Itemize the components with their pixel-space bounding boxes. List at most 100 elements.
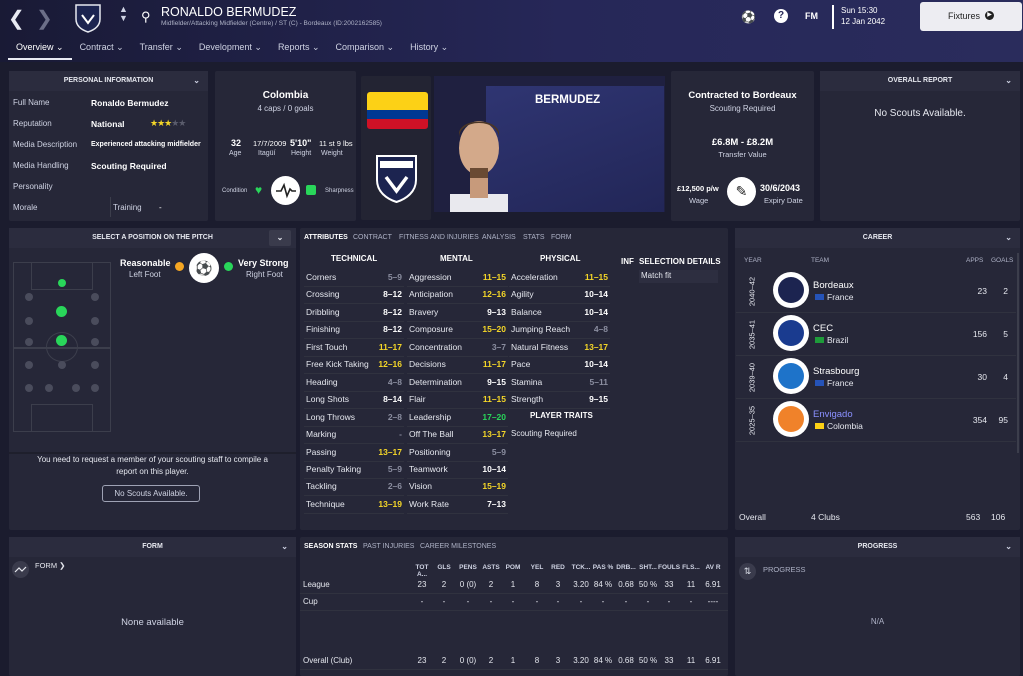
stats-col-header[interactable]: RED — [547, 564, 569, 571]
career-team-name[interactable]: Bordeaux — [813, 280, 854, 291]
stats-col-header[interactable]: TCK... — [570, 564, 592, 571]
position-dot-mc[interactable] — [56, 335, 67, 346]
tab-history[interactable]: History ⌄ — [402, 38, 456, 60]
subtab-contract[interactable]: CONTRACT — [353, 234, 392, 241]
player-switch-arrows-icon[interactable]: ▲ ▼ — [119, 5, 128, 23]
attr-row-separator — [304, 390, 404, 392]
player-name-title: RONALDO BERMUDEZ — [161, 5, 297, 19]
stats-col-header[interactable]: SHT... — [637, 564, 659, 571]
stats-col-header[interactable]: YEL — [526, 564, 548, 571]
stats-col-header[interactable]: FOULS — [658, 564, 680, 571]
selection-heading: SELECTION DETAILS — [639, 257, 721, 266]
search-icon[interactable]: ⚲ — [141, 9, 151, 25]
chevron-down-icon[interactable]: ⌄ — [269, 230, 291, 246]
subtab-career-milestones[interactable]: CAREER MILESTONES — [420, 543, 496, 550]
stats-col-header[interactable]: POM — [502, 564, 524, 571]
subtab-stats[interactable]: STATS — [523, 234, 545, 241]
stats-col-header[interactable]: AV R — [702, 564, 724, 571]
tab-overview[interactable]: Overview ⌄ — [8, 38, 72, 60]
continue-button[interactable]: Fixtures ▶ — [920, 2, 1022, 31]
chevron-down-icon[interactable]: ⌄ — [193, 71, 200, 91]
career-year-cell: 2040–42 — [746, 274, 758, 312]
attr-row-separator — [304, 512, 404, 514]
chevron-down-icon[interactable]: ⌄ — [281, 537, 288, 557]
tab-reports[interactable]: Reports ⌄ — [270, 38, 328, 60]
subtab-attributes[interactable]: ATTRIBUTES — [304, 234, 348, 241]
height-label: Height — [291, 150, 312, 157]
mental-attr-name: Composure — [409, 324, 453, 335]
help-icon[interactable]: ? — [774, 9, 788, 23]
chevron-down-icon[interactable]: ⌄ — [1005, 228, 1012, 248]
attr-row-separator — [509, 338, 610, 340]
mental-attr-value: 11–15 — [482, 394, 506, 405]
chevron-down-icon[interactable]: ⌄ — [1005, 537, 1012, 557]
attr-row-separator — [407, 390, 508, 392]
career-team-name[interactable]: CEC — [813, 323, 833, 334]
fm-menu-logo[interactable]: FM — [805, 11, 818, 21]
career-overall-label: Overall — [739, 512, 766, 522]
career-team-name[interactable]: Strasbourg — [813, 366, 859, 377]
mental-attr-name: Off The Ball — [409, 429, 454, 440]
mental-attr-name: Flair — [409, 394, 426, 405]
career-row[interactable]: 2025–35 Envigado Colombia 354 95 — [736, 399, 1021, 442]
stats-row-separator — [300, 593, 728, 594]
stats-row-label: Cup — [303, 597, 318, 606]
play-icon: ▶ — [985, 11, 994, 20]
form-link[interactable]: FORM ❯ — [35, 561, 65, 570]
stats-col-header[interactable]: TOT A... — [411, 564, 433, 578]
tab-development[interactable]: Development ⌄ — [191, 38, 270, 60]
age-label: Age — [229, 150, 242, 157]
career-year-cell: 2039–40 — [746, 360, 758, 398]
career-year: 2035–41 — [747, 319, 757, 350]
career-row[interactable]: 2035–41 CEC Brazil 156 5 — [736, 313, 1021, 356]
stats-col-header[interactable]: FLS... — [680, 564, 702, 571]
stats-cell: 1 — [510, 580, 516, 589]
career-row[interactable]: 2039–40 Strasbourg France 30 4 — [736, 356, 1021, 399]
stats-col-header[interactable]: PAS % — [592, 564, 614, 571]
technical-attr-name: Free Kick Taking — [306, 359, 369, 370]
stats-col-header[interactable]: PENS — [457, 564, 479, 571]
stats-col-header[interactable]: DRB... — [615, 564, 637, 571]
physical-attr-value: 10–14 — [584, 306, 608, 317]
career-year: 2040–42 — [747, 276, 757, 307]
stats-cell: - — [511, 597, 515, 606]
back-arrow-icon[interactable]: ❮ — [8, 6, 25, 31]
position-dot-st[interactable] — [58, 279, 66, 287]
subtab-past-injuries[interactable]: PAST INJURIES — [363, 543, 414, 550]
stats-col-header[interactable]: ASTS — [480, 564, 502, 571]
tab-contract[interactable]: Contract ⌄ — [72, 38, 132, 60]
forward-arrow-icon[interactable]: ❯ — [36, 6, 53, 31]
career-overall-goals: 106 — [991, 512, 1006, 522]
subtab-fitness-injuries[interactable]: FITNESS AND INJURIES — [399, 234, 479, 241]
position-dot-am[interactable] — [56, 306, 67, 317]
subtab-form[interactable]: FORM — [551, 234, 572, 241]
subtab-season-stats[interactable]: SEASON STATS — [304, 543, 357, 550]
ball-icon[interactable]: ⚽ — [741, 10, 756, 24]
stats-cell: - — [667, 597, 671, 606]
technical-attr-name: Passing — [306, 446, 337, 457]
stats-col-header[interactable]: GLS — [433, 564, 455, 571]
attr-row-separator — [304, 338, 404, 340]
stats-cell: 2 — [488, 580, 494, 589]
stats-cell: 2 — [441, 656, 447, 665]
colombia-flag-icon — [367, 92, 428, 129]
technical-attr-value: 12–16 — [378, 359, 402, 370]
chevron-down-icon[interactable]: ⌄ — [1005, 71, 1012, 91]
stats-cell: 6.91 — [705, 656, 721, 665]
career-team-name[interactable]: Envigado — [813, 409, 853, 420]
tab-comparison[interactable]: Comparison ⌄ — [328, 38, 403, 60]
technical-attr-value: 4–8 — [387, 376, 402, 387]
stats-cell: 1 — [510, 656, 516, 665]
pitch[interactable] — [13, 262, 111, 432]
stats-cell: 11 — [686, 580, 696, 589]
attr-row-separator — [407, 425, 508, 427]
media-description-value: Experienced attacking midfielder — [91, 141, 201, 148]
technical-heading: TECHNICAL — [331, 254, 378, 263]
mental-attr-value: 3–7 — [491, 341, 506, 352]
career-row[interactable]: 2040–42 Bordeaux France 23 2 — [736, 270, 1021, 313]
no-scouts-button[interactable]: No Scouts Available. — [102, 485, 200, 502]
subtab-analysis[interactable]: ANALYSIS — [482, 234, 516, 241]
tab-transfer[interactable]: Transfer ⌄ — [132, 38, 191, 60]
technical-attr-value: 5–9 — [387, 272, 402, 282]
mental-attr-name: Positioning — [409, 446, 451, 457]
